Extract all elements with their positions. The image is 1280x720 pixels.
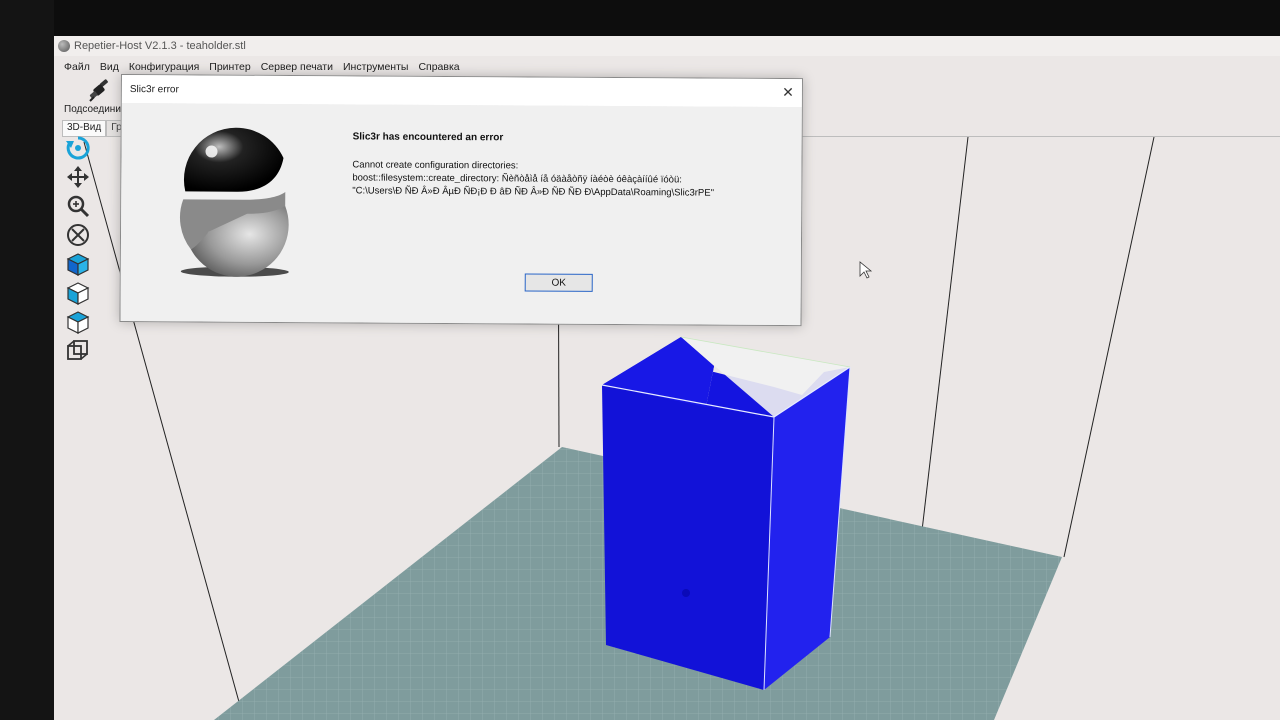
- move-icon: [67, 166, 89, 188]
- view-top-tool[interactable]: [64, 308, 92, 336]
- fit-icon: [67, 224, 89, 246]
- wireframe-tool[interactable]: [64, 337, 92, 365]
- viewport-toolbar: [64, 134, 94, 366]
- connect-button-label: Подсоедини: [64, 104, 121, 115]
- menu-item-printer[interactable]: Принтер: [204, 61, 255, 73]
- menu-item-help[interactable]: Справка: [413, 61, 464, 73]
- dialog-message-line-2: boost::filesystem::create_directory: Ñèñ…: [352, 172, 682, 186]
- view-iso-tool[interactable]: [64, 250, 92, 278]
- rotate-tool[interactable]: [64, 134, 92, 162]
- menu-item-print-server[interactable]: Сервер печати: [256, 61, 338, 73]
- photo-bezel-top: [0, 0, 1280, 38]
- photo-bezel-left: [0, 0, 54, 720]
- view-front-tool[interactable]: [64, 279, 92, 307]
- view-top-icon: [66, 311, 90, 334]
- dialog-titlebar: Slic3r error ✕: [121, 75, 802, 108]
- window-titlebar: Repetier-Host V2.1.3 - teaholder.stl: [54, 36, 1280, 56]
- zoom-tool[interactable]: [64, 192, 92, 220]
- dialog-heading: Slic3r has encountered an error: [352, 131, 504, 144]
- ok-button[interactable]: OK: [524, 273, 593, 292]
- close-icon[interactable]: ✕: [782, 84, 794, 101]
- fit-tool[interactable]: [64, 221, 92, 249]
- app-logo-icon: [58, 40, 70, 52]
- view-front-icon: [66, 282, 90, 305]
- menu-item-tools[interactable]: Инструменты: [338, 61, 413, 73]
- zoom-icon: [67, 195, 90, 218]
- dialog-message-line-1: Cannot create configuration directories:: [352, 159, 519, 172]
- menu-item-view[interactable]: Вид: [95, 61, 124, 73]
- wireframe-icon: [67, 340, 88, 360]
- menu-bar: Файл Вид Конфигурация Принтер Сервер печ…: [54, 58, 1280, 76]
- plug-icon: [89, 79, 108, 102]
- menu-item-configuration[interactable]: Конфигурация: [124, 61, 204, 73]
- connect-button[interactable]: Подсоедини: [60, 76, 122, 120]
- dialog-body: Slic3r has encountered an error Cannot c…: [120, 103, 802, 326]
- dialog-message-line-3: "C:\Users\Đ ÑĐ Â»Đ ÂµĐ ÑĐ¡Đ Đ âĐ ÑĐ Â»Đ …: [352, 185, 715, 199]
- move-tool[interactable]: [64, 163, 92, 191]
- model-teaholder[interactable]: [601, 336, 851, 691]
- menu-item-file[interactable]: Файл: [54, 61, 95, 73]
- rotate-icon: [66, 136, 90, 160]
- window-title: Repetier-Host V2.1.3 - teaholder.stl: [74, 40, 246, 52]
- slic3r-logo-icon: [179, 127, 289, 277]
- dialog-title: Slic3r error: [129, 83, 179, 95]
- error-dialog: Slic3r error ✕ Slic3r has encountered an…: [119, 74, 803, 327]
- view-iso-icon: [66, 253, 90, 276]
